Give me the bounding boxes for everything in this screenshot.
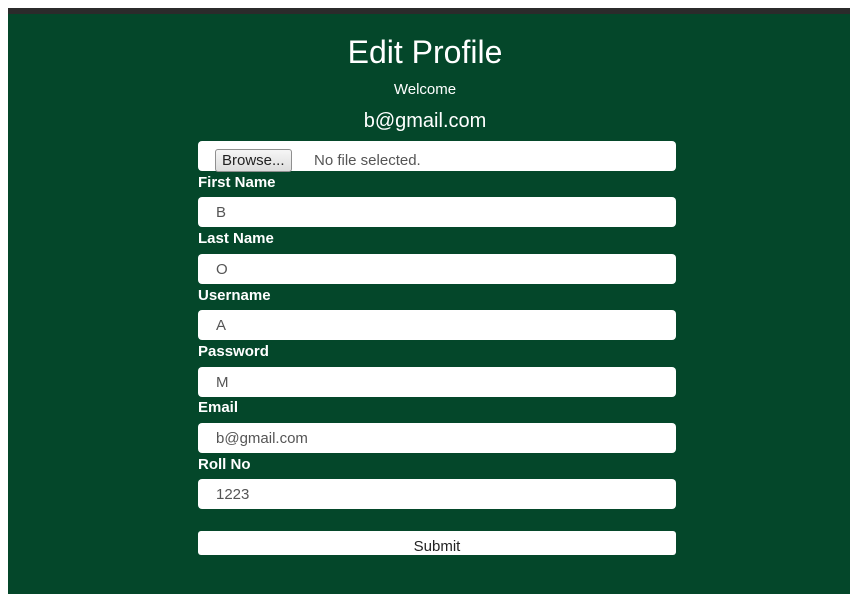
- last-name-input[interactable]: [198, 254, 676, 284]
- submit-button[interactable]: Submit: [198, 531, 676, 555]
- page-title: Edit Profile: [347, 34, 503, 70]
- password-label: Password: [198, 343, 269, 360]
- first-name-label: First Name: [198, 174, 276, 191]
- file-status-text: No file selected.: [314, 152, 421, 169]
- roll-no-input[interactable]: [198, 479, 676, 509]
- browse-button[interactable]: Browse...: [215, 149, 292, 172]
- username-input[interactable]: [198, 310, 676, 340]
- email-label: Email: [198, 399, 239, 416]
- user-email-heading: b@gmail.com: [363, 110, 487, 132]
- email-input[interactable]: [198, 423, 676, 453]
- first-name-input[interactable]: [198, 197, 676, 227]
- roll-no-label: Roll No: [198, 456, 251, 473]
- username-label: Username: [198, 287, 271, 304]
- profile-picture-file-input[interactable]: Browse... No file selected.: [198, 141, 676, 172]
- last-name-label: Last Name: [198, 230, 274, 247]
- welcome-text: Welcome: [393, 81, 457, 98]
- password-input[interactable]: [198, 367, 676, 397]
